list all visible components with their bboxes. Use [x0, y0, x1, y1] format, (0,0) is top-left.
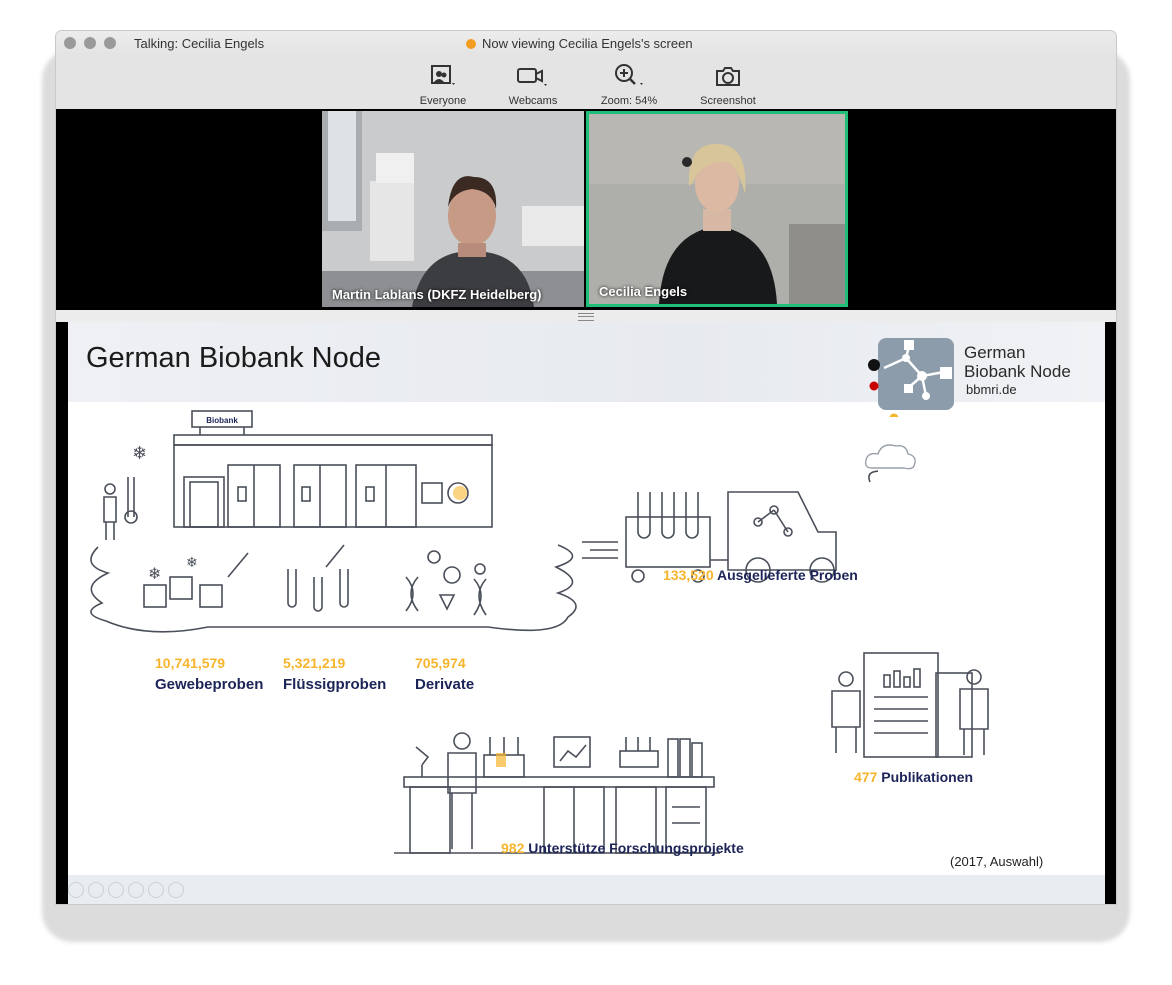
svg-text:❄: ❄	[132, 443, 147, 464]
stat-value: 133,520	[663, 567, 714, 583]
logo-line-1: German	[964, 343, 1026, 362]
video-tile-martin[interactable]: Martin Lablans (DKFZ Heidelberg)	[322, 111, 584, 307]
publications-illustration	[831, 652, 989, 758]
stat-value: 10,741,579	[155, 655, 226, 671]
biobank-building-illustration: Biobank ❄ ❄ ❄	[90, 410, 577, 633]
zoom-label: Zoom: 54%	[600, 95, 658, 107]
everyone-button[interactable]: Everyone	[412, 61, 474, 107]
slides-overview-icon[interactable]	[128, 882, 144, 898]
svg-text:❄: ❄	[186, 555, 198, 571]
stat-publikationen: 477 Publikationen	[854, 769, 973, 785]
stat-fluessigproben: 5,321,219 Flüssigproben	[283, 655, 386, 693]
screenshot-button[interactable]: Screenshot	[694, 61, 762, 107]
stat-gewebeproben: 10,741,579 Gewebeproben	[155, 655, 263, 693]
camera-icon	[694, 61, 762, 87]
webcam-icon	[503, 61, 563, 87]
logo-wordmark: German Biobank Node	[964, 343, 1071, 381]
participant-name: Martin Lablans (DKFZ Heidelberg)	[332, 287, 542, 302]
stat-label: Publikationen	[881, 769, 974, 785]
slide-title: German Biobank Node	[86, 342, 381, 374]
webcam-feed-cecilia	[589, 114, 845, 304]
previous-slide-icon[interactable]	[68, 882, 84, 898]
pen-icon[interactable]	[108, 882, 124, 898]
webcam-feed-martin	[322, 111, 584, 307]
app-window: Talking: Cecilia Engels Now viewing Ceci…	[56, 31, 1116, 904]
slide-zoom-icon[interactable]	[148, 882, 164, 898]
zoom-button[interactable]: Zoom: 54%	[594, 61, 664, 107]
biobank-sign: Biobank	[206, 416, 238, 425]
cloud-icon	[864, 444, 916, 470]
stat-label: Flüssigproben	[283, 676, 387, 693]
next-slide-icon[interactable]	[88, 882, 104, 898]
video-strip: Martin Lablans (DKFZ Heidelberg) Cecilia…	[56, 109, 1116, 310]
stat-value: 982	[501, 840, 525, 856]
svg-text:❄: ❄	[148, 564, 161, 583]
zoom-in-icon	[594, 61, 664, 87]
participant-name: Cecilia Engels	[599, 284, 688, 299]
maximize-window-button[interactable]	[104, 37, 116, 49]
stat-derivate: 705,974 Derivate	[415, 655, 474, 693]
stat-value: 705,974	[415, 655, 466, 671]
gallery-icon	[412, 61, 474, 87]
video-tile-cecilia[interactable]: Cecilia Engels	[586, 111, 848, 307]
screenshot-label: Screenshot	[700, 95, 756, 107]
stat-label: Gewebeproben	[155, 676, 264, 693]
minimize-window-button[interactable]	[84, 37, 96, 49]
webcams-button[interactable]: Webcams	[503, 61, 563, 107]
webcams-label: Webcams	[508, 95, 558, 107]
stat-label: Ausgelieferte Proben	[716, 567, 858, 583]
stat-label: Unterstütze Forschungsprojekte	[528, 840, 744, 856]
title-bar: Talking: Cecilia Engels Now viewing Ceci…	[56, 31, 1116, 57]
screen-share-label: Now viewing Cecilia Engels's screen	[482, 36, 693, 51]
stat-ausgelieferte-proben: 133,520 Ausgelieferte Proben	[663, 567, 858, 583]
presentation-slide: German Biobank Node German Biobank Node …	[68, 322, 1105, 875]
toolbar: Everyone Webcams Zoom: 54% Screenshot	[56, 57, 1116, 110]
presentation-control-bar	[68, 875, 1105, 904]
logo-url: bbmri.de	[966, 382, 1017, 397]
shared-screen: German Biobank Node German Biobank Node …	[56, 322, 1116, 904]
lab-bench-illustration	[394, 732, 720, 854]
stat-value: 5,321,219	[283, 655, 346, 671]
logo-line-2: Biobank Node	[964, 362, 1071, 381]
stat-label: Derivate	[415, 676, 475, 693]
close-window-button[interactable]	[64, 37, 76, 49]
bbmri-logo-icon	[868, 338, 954, 417]
stat-value: 477	[854, 769, 878, 785]
more-options-icon[interactable]	[168, 882, 184, 898]
slide-controls	[68, 882, 184, 898]
screen-share-icon	[466, 38, 476, 49]
slide-footnote: (2017, Auswahl)	[950, 854, 1044, 869]
grip-icon	[578, 313, 594, 321]
everyone-label: Everyone	[419, 95, 467, 107]
resize-handle[interactable]	[56, 310, 1116, 322]
screen-share-status: Now viewing Cecilia Engels's screen	[466, 36, 693, 51]
stat-forschungsprojekte: 982 Unterstütze Forschungsprojekte	[501, 840, 744, 856]
talking-indicator: Talking: Cecilia Engels	[134, 36, 265, 51]
